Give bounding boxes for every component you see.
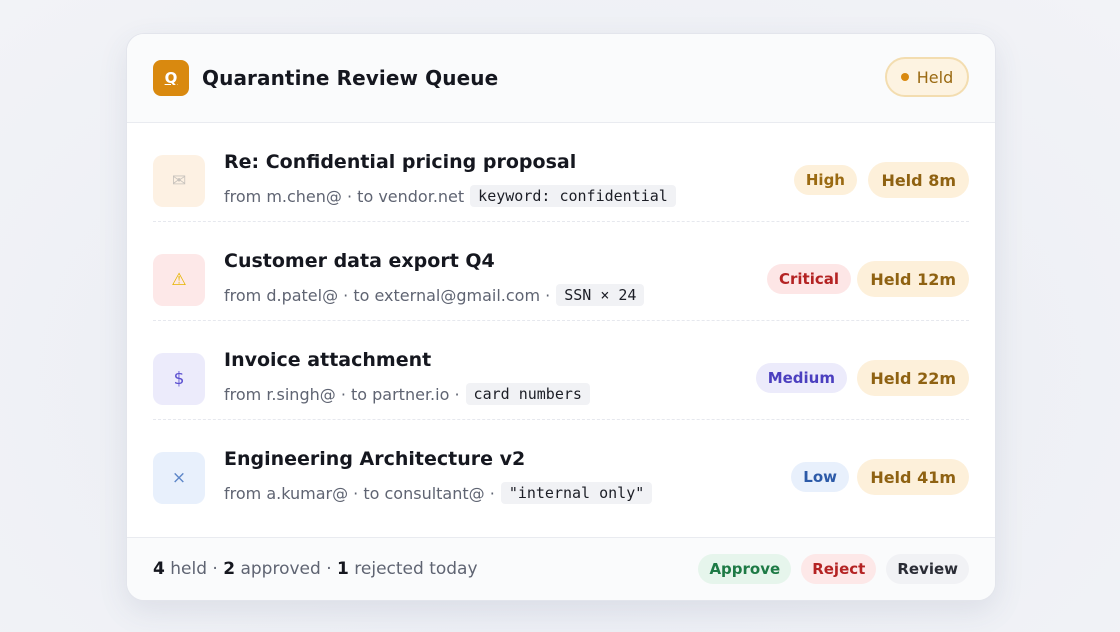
match-rule: keyword: confidential <box>470 185 676 207</box>
dollar-icon: $ <box>153 353 205 405</box>
severity-badge: Low <box>791 462 849 492</box>
reject-button[interactable]: Reject <box>801 554 877 584</box>
message-meta: from d.patel@ · to external@gmail.com · … <box>224 284 645 306</box>
held-duration-badge: Held 12m <box>857 261 969 297</box>
card-header: Q Quarantine Review Queue Held <box>127 34 995 123</box>
approve-button[interactable]: Approve <box>698 554 792 584</box>
status-dot-icon <box>900 73 909 81</box>
severity-badge: Critical <box>766 264 851 294</box>
queue-row[interactable]: ⚠ Customer data export Q4 from d.patel@ … <box>153 222 969 321</box>
sender-recipient: from a.kumar@ · to consultant@ · <box>224 483 495 503</box>
message-subject: Customer data export Q4 <box>224 250 495 272</box>
approved-label: approved · <box>240 559 332 579</box>
held-duration-badge: Held 22m <box>857 360 969 396</box>
sender-recipient: from m.chen@ · to vendor.net <box>224 186 465 206</box>
warning-icon: ⚠ <box>153 254 205 306</box>
queue-row[interactable]: $ Invoice attachment from r.singh@ · to … <box>153 321 969 420</box>
rejected-count: 1 <box>337 559 349 579</box>
match-rule: card numbers <box>465 383 590 405</box>
page-title: Quarantine Review Queue <box>202 66 499 90</box>
mail-icon: ✉ <box>153 155 205 207</box>
app-logo: Q <box>153 60 189 96</box>
quarantine-card: Q Quarantine Review Queue Held ✉ Re: Con… <box>126 33 996 601</box>
review-button[interactable]: Review <box>886 554 969 584</box>
message-subject: Re: Confidential pricing proposal <box>224 151 577 173</box>
queue-row[interactable]: ✉ Re: Confidential pricing proposal from… <box>153 123 969 222</box>
close-icon: × <box>153 452 205 504</box>
summary-footer: 4 held · 2 approved · 1 rejected today A… <box>127 537 995 600</box>
severity-badge: High <box>793 165 857 195</box>
queue-row[interactable]: × Engineering Architecture v2 from a.kum… <box>153 420 969 518</box>
summary-text: 4 held · 2 approved · 1 rejected today <box>153 559 478 579</box>
approved-count: 2 <box>223 559 236 579</box>
sender-recipient: from r.singh@ · to partner.io · <box>224 384 460 404</box>
message-meta: from r.singh@ · to partner.io · card num… <box>224 383 590 405</box>
status-badge-label: Held <box>916 67 954 87</box>
held-label: held · <box>170 559 218 579</box>
message-meta: from m.chen@ · to vendor.net keyword: co… <box>224 185 676 207</box>
status-badge[interactable]: Held <box>885 57 969 97</box>
match-rule: SSN × 24 <box>556 284 645 306</box>
match-rule: "internal only" <box>500 482 653 504</box>
held-duration-badge: Held 8m <box>868 162 969 198</box>
sender-recipient: from d.patel@ · to external@gmail.com · <box>224 285 551 305</box>
quarantine-list: ✉ Re: Confidential pricing proposal from… <box>127 123 995 518</box>
severity-badge: Medium <box>755 363 847 393</box>
held-count: 4 <box>153 559 165 579</box>
message-subject: Engineering Architecture v2 <box>224 448 526 470</box>
message-meta: from a.kumar@ · to consultant@ · "intern… <box>224 482 653 504</box>
rejected-label: rejected today <box>354 559 478 579</box>
message-subject: Invoice attachment <box>224 349 432 371</box>
footer-actions: Approve Reject Review <box>698 554 969 584</box>
held-duration-badge: Held 41m <box>857 459 969 495</box>
